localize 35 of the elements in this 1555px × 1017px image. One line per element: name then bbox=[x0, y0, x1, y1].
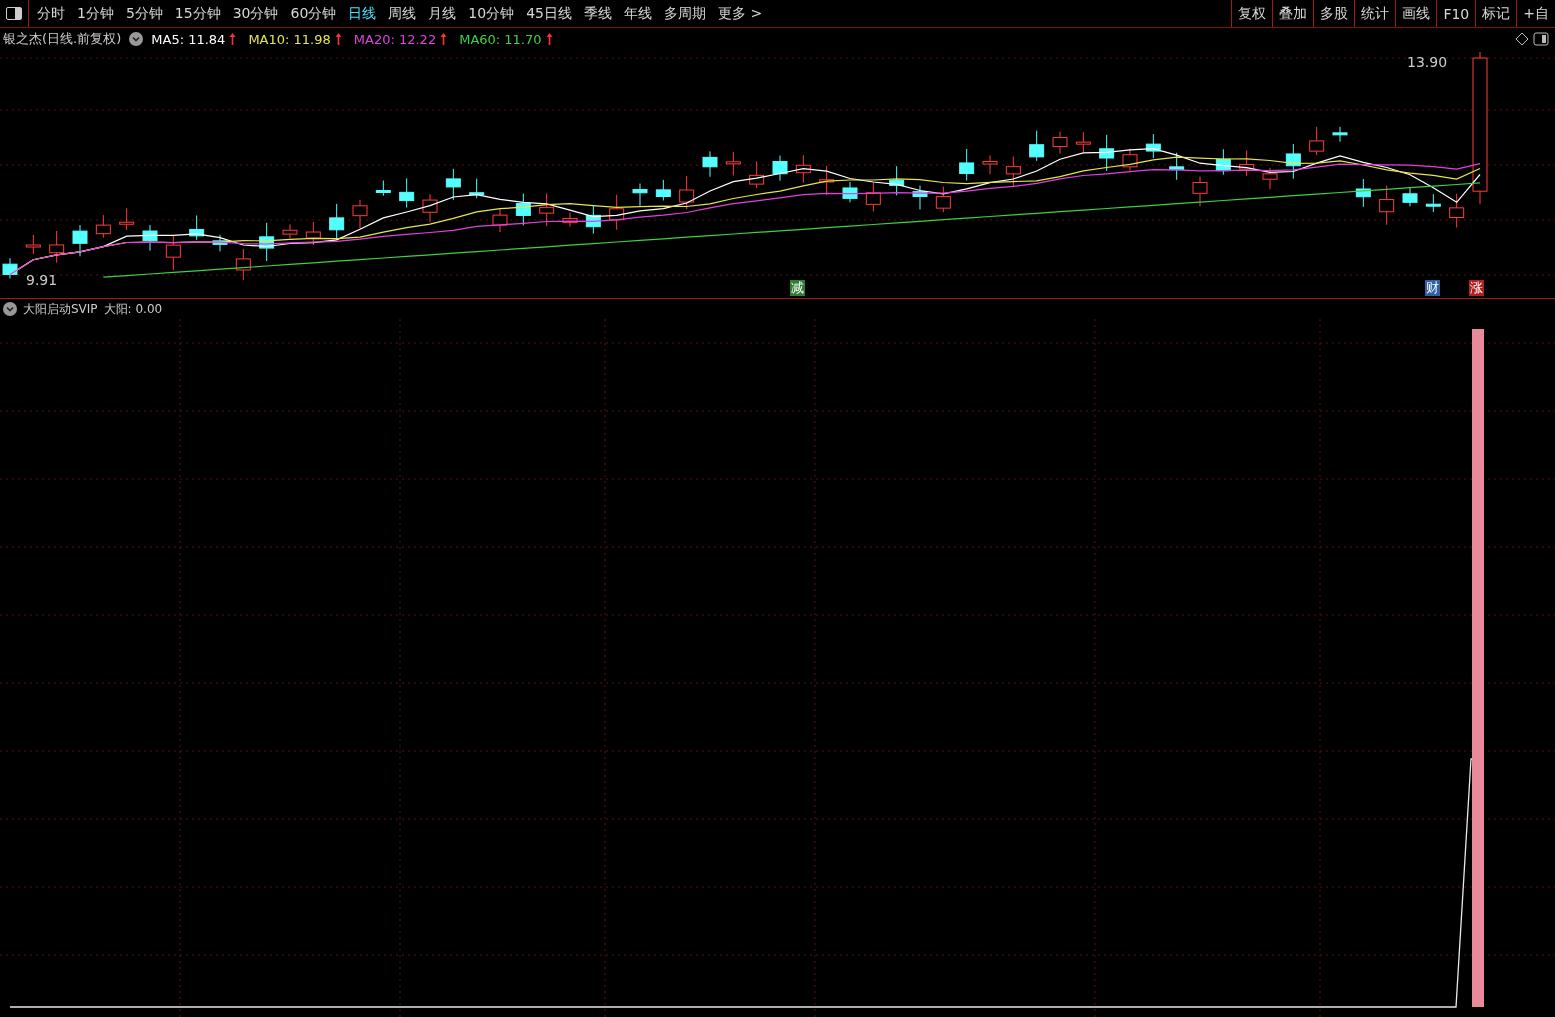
period-tab[interactable]: 月线 bbox=[428, 4, 457, 23]
period-tab[interactable]: 年线 bbox=[624, 4, 652, 23]
up-arrow-icon bbox=[334, 32, 342, 46]
up-arrow-icon bbox=[229, 32, 237, 46]
event-marker[interactable]: 减 bbox=[790, 280, 805, 296]
up-arrow-icon bbox=[440, 32, 448, 46]
period-tab[interactable]: 周线 bbox=[388, 4, 417, 23]
low-price-label: 9.91 bbox=[26, 272, 58, 288]
moving-average-value: MA5: 11.84 bbox=[151, 31, 226, 47]
period-tab[interactable]: 45日线 bbox=[526, 4, 572, 23]
chart-title: 银之杰(日线.前复权) bbox=[3, 30, 122, 48]
period-tab[interactable]: 5分钟 bbox=[125, 4, 163, 23]
more-menu[interactable]: 更多 > bbox=[718, 4, 763, 23]
panel-toggle-icon[interactable] bbox=[1533, 32, 1549, 46]
period-tab[interactable]: 多周期 bbox=[664, 4, 706, 23]
period-tab[interactable]: 10分钟 bbox=[468, 4, 515, 23]
period-tab[interactable]: 15分钟 bbox=[174, 4, 221, 23]
moving-average-value: MA60: 11.70 bbox=[459, 31, 542, 47]
dropdown-icon[interactable] bbox=[129, 32, 144, 46]
period-tab[interactable]: 60分钟 bbox=[290, 4, 337, 23]
event-marker[interactable]: 涨 bbox=[1469, 280, 1484, 296]
high-price-label: 13.90 bbox=[1407, 54, 1448, 70]
period-tab[interactable]: 日线 bbox=[348, 4, 377, 23]
period-tab[interactable]: 30分钟 bbox=[232, 4, 279, 23]
period-tab[interactable]: 1分钟 bbox=[77, 4, 114, 23]
period-tab[interactable]: 季线 bbox=[584, 4, 612, 23]
period-tab[interactable]: 分时 bbox=[37, 4, 65, 23]
indicator-value: 大阳: 0.00 bbox=[103, 300, 163, 318]
diamond-icon[interactable] bbox=[1515, 32, 1529, 46]
moving-average-value: MA20: 12.22 bbox=[353, 31, 437, 47]
up-arrow-icon bbox=[545, 32, 553, 46]
event-marker[interactable]: 财 bbox=[1425, 280, 1440, 296]
dropdown-icon[interactable] bbox=[3, 302, 17, 316]
moving-average-value: MA10: 11.98 bbox=[248, 31, 331, 47]
indicator-title: 大阳启动SVIP bbox=[23, 300, 98, 318]
